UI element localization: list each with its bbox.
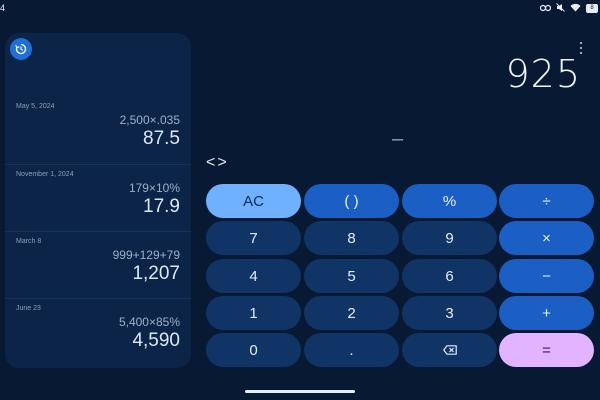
history-entry[interactable]: May 5, 2024 2,500×.035 87.5 [5,97,191,164]
history-entry-date: March 8 [16,238,42,245]
display-value[interactable]: 925 [505,52,581,96]
navigation-handle[interactable] [245,390,355,393]
history-panel[interactable]: May 5, 2024 2,500×.035 87.5 November 1, … [5,33,191,368]
mute-icon [556,3,565,14]
history-entry[interactable]: November 1, 2024 179×10% 17.9 [5,164,191,231]
history-entry-result: 87.5 [143,128,180,149]
history-entry-result: 1,207 [132,263,180,284]
status-icons: 8 [539,3,598,14]
clear-button[interactable]: AC [206,184,301,218]
backspace-button[interactable] [402,333,497,367]
link-icon [539,4,552,14]
history-entry-date: May 5, 2024 [16,103,55,110]
digit-2-button[interactable]: 2 [304,296,399,330]
digit-6-button[interactable]: 6 [402,259,497,293]
digit-4-button[interactable]: 4 [206,259,301,293]
digit-0-button[interactable]: 0 [206,333,301,367]
history-entry[interactable]: June 23 5,400×85% 4,590 [5,298,191,365]
digit-5-button[interactable]: 5 [304,259,399,293]
history-entry-expression: 179×10% [128,181,180,195]
divide-button[interactable]: ÷ [499,184,594,218]
decimal-button[interactable]: . [304,333,399,367]
percent-button[interactable]: % [402,184,497,218]
backspace-icon [442,345,457,355]
history-entry-date: November 1, 2024 [16,171,74,178]
history-entry[interactable]: March 8 999+129+79 1,207 [5,231,191,298]
subtract-button[interactable]: − [499,259,594,293]
history-entry-result: 17.9 [143,196,180,217]
history-entry-expression: 5,400×85% [118,315,180,329]
status-bar: 4 8 [0,0,600,18]
parentheses-button[interactable]: ( ) [304,184,399,218]
history-entry-date: June 23 [16,305,41,312]
history-icon [15,43,27,55]
digit-9-button[interactable]: 9 [402,221,497,255]
cursor-arrows-icon[interactable]: <> [206,154,229,172]
multiply-button[interactable]: × [499,221,594,255]
digit-1-button[interactable]: 1 [206,296,301,330]
wifi-icon [570,3,581,14]
battery-icon: 8 [586,4,598,13]
history-entry-expression: 2,500×.035 [119,113,180,127]
history-entry-expression: 999+129+79 [112,248,180,262]
digit-3-button[interactable]: 3 [402,296,497,330]
history-entry-result: 4,590 [132,330,180,351]
history-toggle-button[interactable] [10,38,32,60]
display-preview: – [392,128,404,150]
keypad: AC ( ) % ÷ 7 8 9 × 4 5 6 − 1 2 3 + 0 . = [206,184,595,369]
digit-7-button[interactable]: 7 [206,221,301,255]
status-time: 4 [0,3,6,13]
digit-8-button[interactable]: 8 [304,221,399,255]
add-button[interactable]: + [499,296,594,330]
equals-button[interactable]: = [499,333,594,367]
